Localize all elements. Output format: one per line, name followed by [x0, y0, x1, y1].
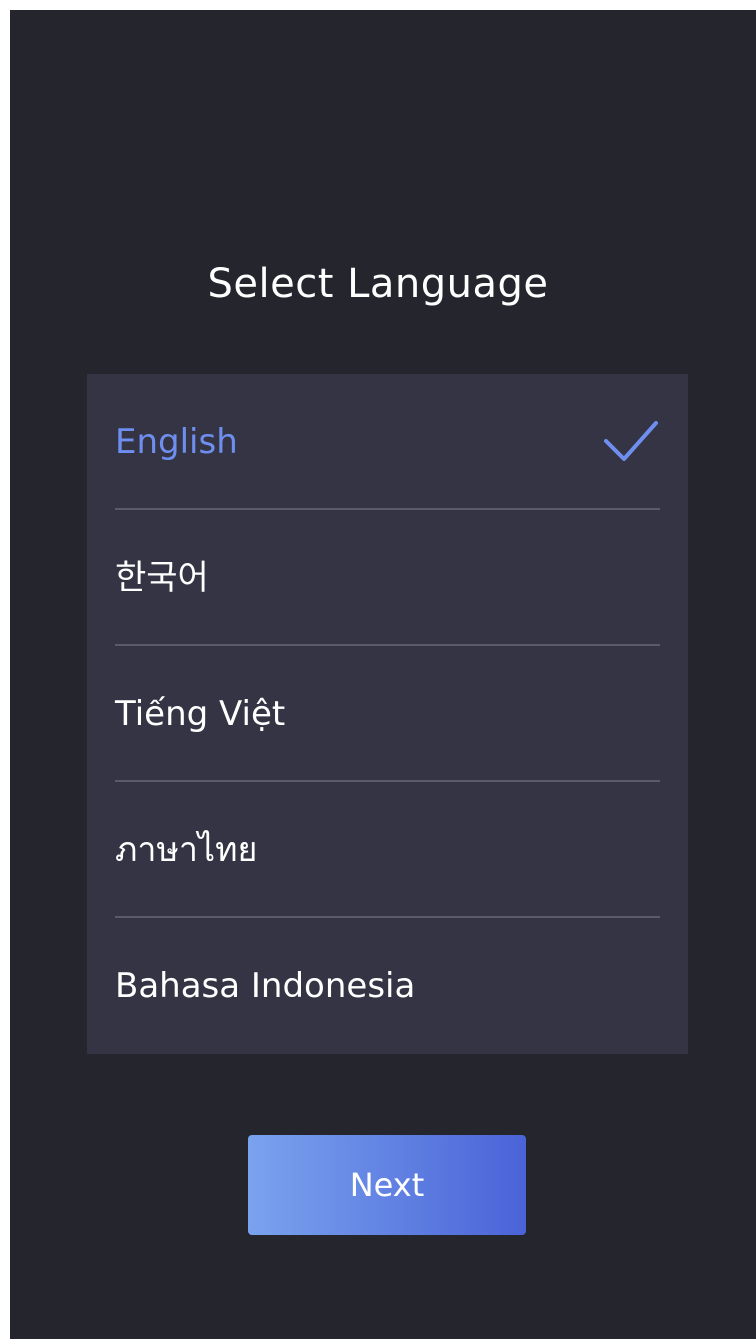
- language-list: English 한국어 Tiếng Việt ภาษาไทย Bahasa In…: [87, 374, 688, 1054]
- page-title: Select Language: [207, 261, 549, 307]
- language-option-english[interactable]: English: [115, 374, 660, 510]
- language-option-indonesian[interactable]: Bahasa Indonesia: [115, 918, 660, 1054]
- check-icon: [604, 421, 658, 461]
- language-option-thai[interactable]: ภาษาไทย: [115, 782, 660, 918]
- language-option-label: English: [115, 422, 238, 462]
- language-select-screen: Select Language English 한국어 Tiếng Việt ภ…: [10, 10, 756, 1339]
- language-option-vietnamese[interactable]: Tiếng Việt: [115, 646, 660, 782]
- language-option-label: Tiếng Việt: [115, 694, 286, 734]
- next-button[interactable]: Next: [248, 1135, 526, 1235]
- language-option-label: Bahasa Indonesia: [115, 966, 416, 1006]
- language-option-label: 한국어: [115, 558, 209, 598]
- language-option-label: ภาษาไทย: [115, 830, 258, 870]
- language-option-korean[interactable]: 한국어: [115, 510, 660, 646]
